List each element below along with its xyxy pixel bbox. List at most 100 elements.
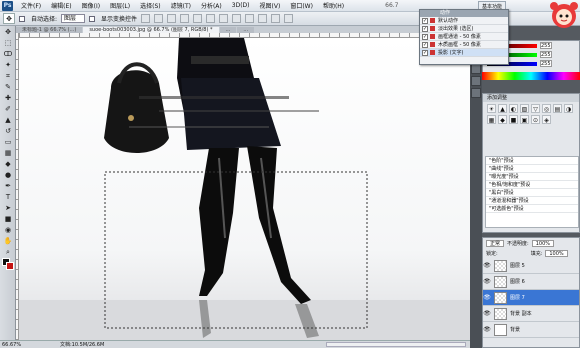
pen-icon[interactable]: ✒ bbox=[2, 181, 14, 191]
horizontal-scrollbar[interactable] bbox=[326, 342, 466, 347]
action-item[interactable]: ✓ 画框通道 - 50 像素 bbox=[420, 33, 508, 41]
distribute-bottom-icon[interactable] bbox=[245, 14, 255, 23]
preset-item[interactable]: "黑白"预设 bbox=[486, 189, 578, 197]
eye-icon[interactable]: 👁 bbox=[483, 326, 491, 333]
menu-select[interactable]: 选择(S) bbox=[135, 1, 166, 10]
magic-wand-icon[interactable]: ✦ bbox=[2, 60, 14, 70]
preset-item[interactable]: "曝光度"预设 bbox=[486, 173, 578, 181]
layer-row[interactable]: 👁 背景 副本 bbox=[483, 306, 579, 322]
color-spectrum[interactable] bbox=[482, 72, 580, 80]
move-icon[interactable]: ✥ bbox=[2, 27, 14, 37]
layer-name[interactable]: 背景 副本 bbox=[510, 310, 532, 317]
check-icon[interactable]: ✓ bbox=[422, 25, 428, 32]
green-value[interactable]: 255 bbox=[540, 51, 552, 58]
hue-saturation-icon[interactable]: ◎ bbox=[542, 104, 551, 113]
color-balance-icon[interactable]: ▤ bbox=[553, 104, 562, 113]
actions-panel-title[interactable]: 动作 bbox=[420, 10, 508, 17]
layer-row[interactable]: 👁 图层 6 bbox=[483, 274, 579, 290]
layer-name[interactable]: 图层 6 bbox=[510, 278, 525, 285]
eye-icon[interactable]: 👁 bbox=[483, 310, 491, 317]
hand-icon[interactable]: ✋ bbox=[2, 236, 14, 246]
layer-row[interactable]: 👁 图层 5 bbox=[483, 258, 579, 274]
align-right-icon[interactable] bbox=[206, 14, 216, 23]
zoom-level[interactable]: 66.7 bbox=[385, 2, 398, 9]
distribute-top-icon[interactable] bbox=[219, 14, 229, 23]
align-middle-icon[interactable] bbox=[154, 14, 164, 23]
menu-file[interactable]: 文件(F) bbox=[16, 1, 46, 10]
layer-row-selected[interactable]: 👁 图层 7 bbox=[483, 290, 579, 306]
blend-mode-dropdown[interactable]: 正常 bbox=[486, 239, 505, 247]
menu-view[interactable]: 视图(V) bbox=[255, 1, 286, 10]
blue-value[interactable]: 255 bbox=[540, 60, 552, 67]
clone-panel-icon[interactable] bbox=[471, 64, 481, 74]
crop-icon[interactable]: ⌗ bbox=[2, 71, 14, 81]
menu-layer[interactable]: 图层(L) bbox=[105, 1, 135, 10]
action-item[interactable]: ✓ 木质画框 - 50 像素 bbox=[420, 41, 508, 49]
blur-icon[interactable]: ◆ bbox=[2, 159, 14, 169]
vibrance-icon[interactable]: ▽ bbox=[531, 104, 540, 113]
curves-icon[interactable]: ◐ bbox=[509, 104, 518, 113]
eye-icon[interactable]: 👁 bbox=[483, 278, 491, 285]
align-top-icon[interactable] bbox=[141, 14, 151, 23]
action-item[interactable]: ✓ 默认动作 bbox=[420, 17, 508, 25]
menu-help[interactable]: 帮助(H) bbox=[318, 1, 349, 10]
menu-3d[interactable]: 3D(D) bbox=[227, 2, 255, 9]
align-left-icon[interactable] bbox=[180, 14, 190, 23]
channel-mixer-icon[interactable]: ◆ bbox=[498, 115, 507, 124]
black-white-icon[interactable]: ◑ bbox=[564, 104, 573, 113]
healing-icon[interactable]: ✚ bbox=[2, 93, 14, 103]
layer-row[interactable]: 👁 背景 bbox=[483, 322, 579, 338]
preset-item[interactable]: "曲线"预设 bbox=[486, 165, 578, 173]
eraser-icon[interactable]: ▭ bbox=[2, 137, 14, 147]
exposure-icon[interactable]: ▧ bbox=[520, 104, 529, 113]
layer-name[interactable]: 图层 7 bbox=[510, 294, 525, 301]
preset-item[interactable]: "色阶"预设 bbox=[486, 157, 578, 165]
gradient-icon[interactable]: ▦ bbox=[2, 148, 14, 158]
selective-color-icon[interactable]: ◈ bbox=[542, 115, 551, 124]
distribute-hcenter-icon[interactable] bbox=[271, 14, 281, 23]
zoom-icon[interactable]: ⌕ bbox=[2, 247, 14, 257]
invert-icon[interactable]: ■ bbox=[509, 115, 518, 124]
dodge-icon[interactable]: ● bbox=[2, 170, 14, 180]
marquee-icon[interactable]: ⬚ bbox=[2, 38, 14, 48]
check-icon[interactable]: ✓ bbox=[422, 49, 428, 56]
check-icon[interactable]: ✓ bbox=[422, 33, 428, 40]
action-item-selected[interactable]: ✓ 投影 (文字) bbox=[420, 49, 508, 57]
path-select-icon[interactable]: ➤ bbox=[2, 203, 14, 213]
brightness-icon[interactable]: ☀ bbox=[487, 104, 496, 113]
menu-analysis[interactable]: 分析(A) bbox=[196, 1, 227, 10]
eye-icon[interactable]: 👁 bbox=[483, 294, 491, 301]
threshold-icon[interactable]: ⊙ bbox=[531, 115, 540, 124]
menu-image[interactable]: 图像(I) bbox=[77, 1, 105, 10]
preset-item[interactable]: "色相/饱和度"预设 bbox=[486, 181, 578, 189]
opacity-input[interactable]: 100% bbox=[531, 239, 554, 247]
preset-item[interactable]: "可选颜色"预设 bbox=[486, 205, 578, 213]
character-panel-icon[interactable] bbox=[471, 76, 481, 86]
move-tool-icon[interactable]: ✥ bbox=[3, 13, 15, 24]
action-item[interactable]: ✓ 淡出效果 (选区) bbox=[420, 25, 508, 33]
history-brush-icon[interactable]: ↺ bbox=[2, 126, 14, 136]
auto-select-checkbox[interactable] bbox=[19, 15, 25, 22]
check-icon[interactable]: ✓ bbox=[422, 17, 428, 24]
align-center-icon[interactable] bbox=[193, 14, 203, 23]
paragraph-panel-icon[interactable] bbox=[471, 88, 481, 98]
type-icon[interactable]: T bbox=[2, 192, 14, 202]
stamp-icon[interactable]: ▲ bbox=[2, 115, 14, 125]
color-swatches[interactable] bbox=[2, 258, 14, 270]
check-icon[interactable]: ✓ bbox=[422, 41, 428, 48]
menu-edit[interactable]: 编辑(E) bbox=[46, 1, 76, 10]
auto-select-dropdown[interactable]: 图层 bbox=[61, 14, 86, 23]
distribute-left-icon[interactable] bbox=[258, 14, 268, 23]
photo-filter-icon[interactable]: ▦ bbox=[487, 115, 496, 124]
3d-icon[interactable]: ◉ bbox=[2, 225, 14, 235]
distribute-right-icon[interactable] bbox=[284, 14, 294, 23]
posterize-icon[interactable]: ▣ bbox=[520, 115, 529, 124]
brush-icon[interactable]: ✐ bbox=[2, 104, 14, 114]
levels-icon[interactable]: ▲ bbox=[498, 104, 507, 113]
show-transform-checkbox[interactable] bbox=[89, 15, 96, 22]
menu-filter[interactable]: 滤镜(T) bbox=[166, 1, 196, 10]
lasso-icon[interactable]: ↀ bbox=[2, 49, 14, 59]
shape-icon[interactable]: ■ bbox=[2, 214, 14, 224]
red-value[interactable]: 255 bbox=[540, 42, 552, 49]
fill-input[interactable]: 100% bbox=[545, 249, 568, 257]
